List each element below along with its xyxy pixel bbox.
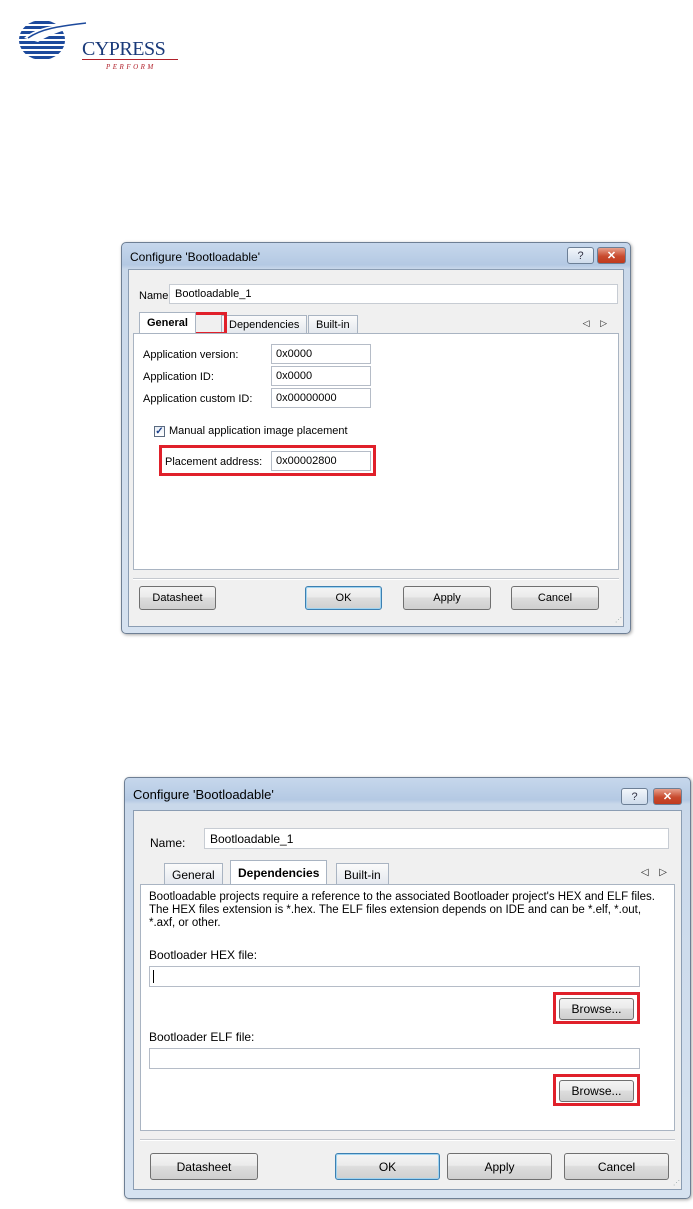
name-label: Name: <box>139 290 172 302</box>
ok-button[interactable]: OK <box>335 1153 440 1180</box>
help-button[interactable]: ? <box>621 788 648 805</box>
tab-general[interactable]: General <box>139 312 196 333</box>
bootloader-elf-input[interactable] <box>149 1048 640 1069</box>
tab-panel-dependencies: Bootloadable projects require a referenc… <box>140 884 675 1131</box>
cancel-button[interactable]: Cancel <box>511 586 599 610</box>
dialog-client-area: Name: Bootloadable_1 General Dependencie… <box>133 810 682 1190</box>
application-custom-id-label: Application custom ID: <box>143 393 253 405</box>
browse-elf-button[interactable]: Browse... <box>559 1080 634 1102</box>
name-label: Name: <box>150 836 186 850</box>
name-input[interactable]: Bootloadable_1 <box>169 284 618 304</box>
tab-scroll-arrows[interactable]: ◁ ▷ <box>583 318 611 329</box>
close-icon: ✕ <box>662 791 673 803</box>
brand-name: CYPRESS <box>82 38 166 60</box>
ok-button[interactable]: OK <box>305 586 382 610</box>
datasheet-button[interactable]: Datasheet <box>139 586 216 610</box>
resize-grip-icon[interactable]: ⋰ <box>615 616 622 624</box>
text-caret <box>153 970 154 983</box>
placement-address-label: Placement address: <box>165 456 263 468</box>
manual-placement-label: Manual application image placement <box>169 425 348 437</box>
cancel-button[interactable]: Cancel <box>564 1153 669 1180</box>
cypress-globe-icon <box>19 21 88 59</box>
help-icon: ? <box>631 790 638 803</box>
application-id-label: Application ID: <box>143 371 214 383</box>
close-button[interactable]: ✕ <box>653 788 682 805</box>
bootloader-elf-label: Bootloader ELF file: <box>149 1030 255 1044</box>
close-icon: ✕ <box>606 250 617 262</box>
placement-address-input[interactable]: 0x00002800 <box>271 451 371 471</box>
application-id-input[interactable]: 0x0000 <box>271 366 371 386</box>
bootloader-hex-input[interactable] <box>149 966 640 987</box>
dialog-client-area: Name: Bootloadable_1 General Dependencie… <box>128 269 624 627</box>
apply-button[interactable]: Apply <box>403 586 491 610</box>
title-bar: Configure 'Bootloadable' ? ✕ <box>122 243 630 267</box>
checkmark-icon: ✓ <box>155 426 164 437</box>
manual-placement-checkbox[interactable]: ✓ <box>154 426 165 437</box>
browse-hex-button[interactable]: Browse... <box>559 998 634 1020</box>
resize-grip-icon[interactable]: ⋰ <box>673 1179 680 1187</box>
application-version-input[interactable]: 0x0000 <box>271 344 371 364</box>
tab-strip: General Dependencies Built-in ◁ ▷ <box>134 860 681 884</box>
close-button[interactable]: ✕ <box>597 247 626 264</box>
datasheet-button[interactable]: Datasheet <box>150 1153 258 1180</box>
application-custom-id-input[interactable]: 0x00000000 <box>271 388 371 408</box>
help-button[interactable]: ? <box>567 247 594 264</box>
tab-dependencies[interactable]: Dependencies <box>230 860 328 884</box>
tab-built-in[interactable]: Built-in <box>308 315 358 333</box>
name-input[interactable]: Bootloadable_1 <box>204 828 669 849</box>
dialog-title: Configure 'Bootloadable' <box>130 250 261 264</box>
dialog-title: Configure 'Bootloadable' <box>133 787 274 802</box>
brand-tagline: PERFORM <box>106 63 156 71</box>
tab-strip: General Dependencies Built-in ◁ ▷ <box>129 312 623 333</box>
cypress-logo: CYPRESS PERFORM <box>18 12 178 71</box>
button-separator <box>133 578 619 580</box>
help-icon: ? <box>577 249 584 262</box>
brand-divider <box>82 59 178 60</box>
tab-built-in[interactable]: Built-in <box>336 863 389 884</box>
button-separator <box>140 1139 675 1141</box>
tab-general[interactable]: General <box>164 863 223 884</box>
tab-scroll-arrows[interactable]: ◁ ▷ <box>641 867 671 878</box>
bootloader-hex-label: Bootloader HEX file: <box>149 948 258 962</box>
title-bar: Configure 'Bootloadable' ? ✕ <box>125 778 690 805</box>
configure-dialog-general: Configure 'Bootloadable' ? ✕ Name: Bootl… <box>121 242 631 634</box>
configure-dialog-dependencies: Configure 'Bootloadable' ? ✕ Name: Bootl… <box>124 777 691 1199</box>
application-version-label: Application version: <box>143 349 239 361</box>
tab-dependencies[interactable]: Dependencies <box>221 315 308 333</box>
apply-button[interactable]: Apply <box>447 1153 552 1180</box>
tab-panel-general: Application version: 0x0000 Application … <box>133 333 619 570</box>
dependencies-description: Bootloadable projects require a referenc… <box>149 891 655 929</box>
